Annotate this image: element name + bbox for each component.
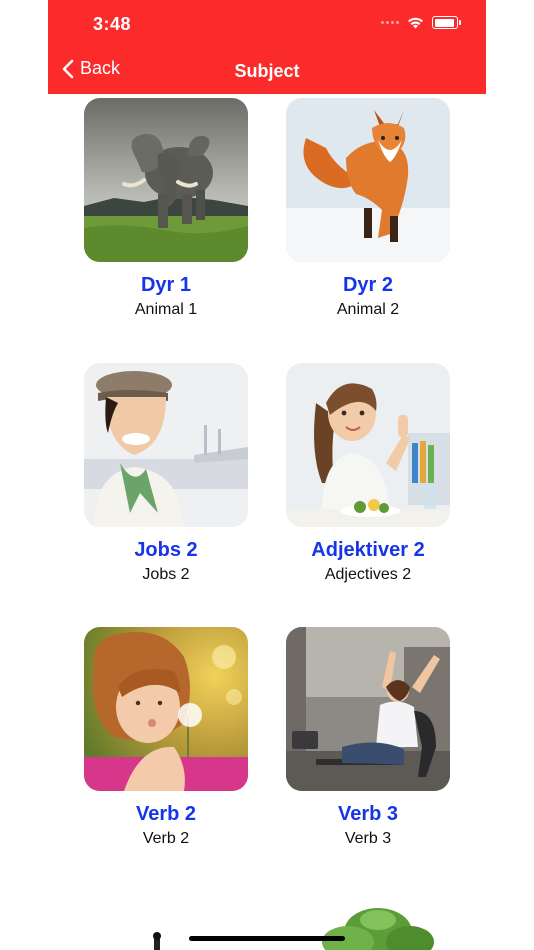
subject-card-verb-2[interactable]: Verb 2 Verb 2: [84, 627, 248, 848]
girl-dandelion-image: [84, 627, 248, 791]
card-subtitle: Adjectives 2: [324, 566, 412, 583]
card-subtitle: Animal 1: [134, 301, 198, 318]
subject-card-dyr-2[interactable]: Dyr 2 Animal 2: [286, 98, 450, 319]
home-indicator[interactable]: [189, 936, 345, 941]
card-title: Verb 2: [135, 803, 197, 825]
girl-thumbs-up-image: [286, 363, 450, 527]
signal-icon: [381, 21, 399, 24]
woman-stretching-image: [286, 627, 450, 791]
card-title: Dyr 1: [140, 274, 192, 296]
phone-screen: 3:48 Back Subject Dyr 1 Animal 1 Dyr 2 A…: [48, 0, 486, 950]
card-title: Verb 3: [337, 803, 399, 825]
status-time: 3:48: [93, 14, 132, 34]
card-subtitle: Verb 2: [142, 830, 190, 847]
navigation-bar: 3:48 Back Subject: [48, 0, 486, 94]
fox-image: [286, 98, 450, 262]
card-title: Adjektiver 2: [311, 539, 425, 561]
wifi-icon: [408, 17, 423, 28]
next-row-partial-images: [153, 908, 434, 950]
subject-card-adjektiver-2[interactable]: Adjektiver 2 Adjectives 2: [286, 363, 450, 584]
card-subtitle: Verb 3: [344, 830, 392, 847]
page-title: Subject: [234, 61, 300, 81]
status-icons: [381, 16, 461, 29]
subject-grid: Dyr 1 Animal 1 Dyr 2 Animal 2 Jobs 2 Job…: [48, 94, 486, 950]
card-subtitle: Animal 2: [336, 301, 400, 318]
card-title: Dyr 2: [342, 274, 394, 296]
subject-card-verb-3[interactable]: Verb 3 Verb 3: [286, 627, 450, 848]
battery-icon: [432, 16, 461, 29]
card-subtitle: Jobs 2: [142, 566, 190, 583]
subject-card-jobs-2[interactable]: Jobs 2 Jobs 2: [84, 363, 248, 584]
subject-card-dyr-1[interactable]: Dyr 1 Animal 1: [84, 98, 248, 319]
flight-attendant-image: [84, 363, 248, 527]
card-title: Jobs 2: [134, 539, 198, 561]
elephant-image: [84, 98, 248, 262]
